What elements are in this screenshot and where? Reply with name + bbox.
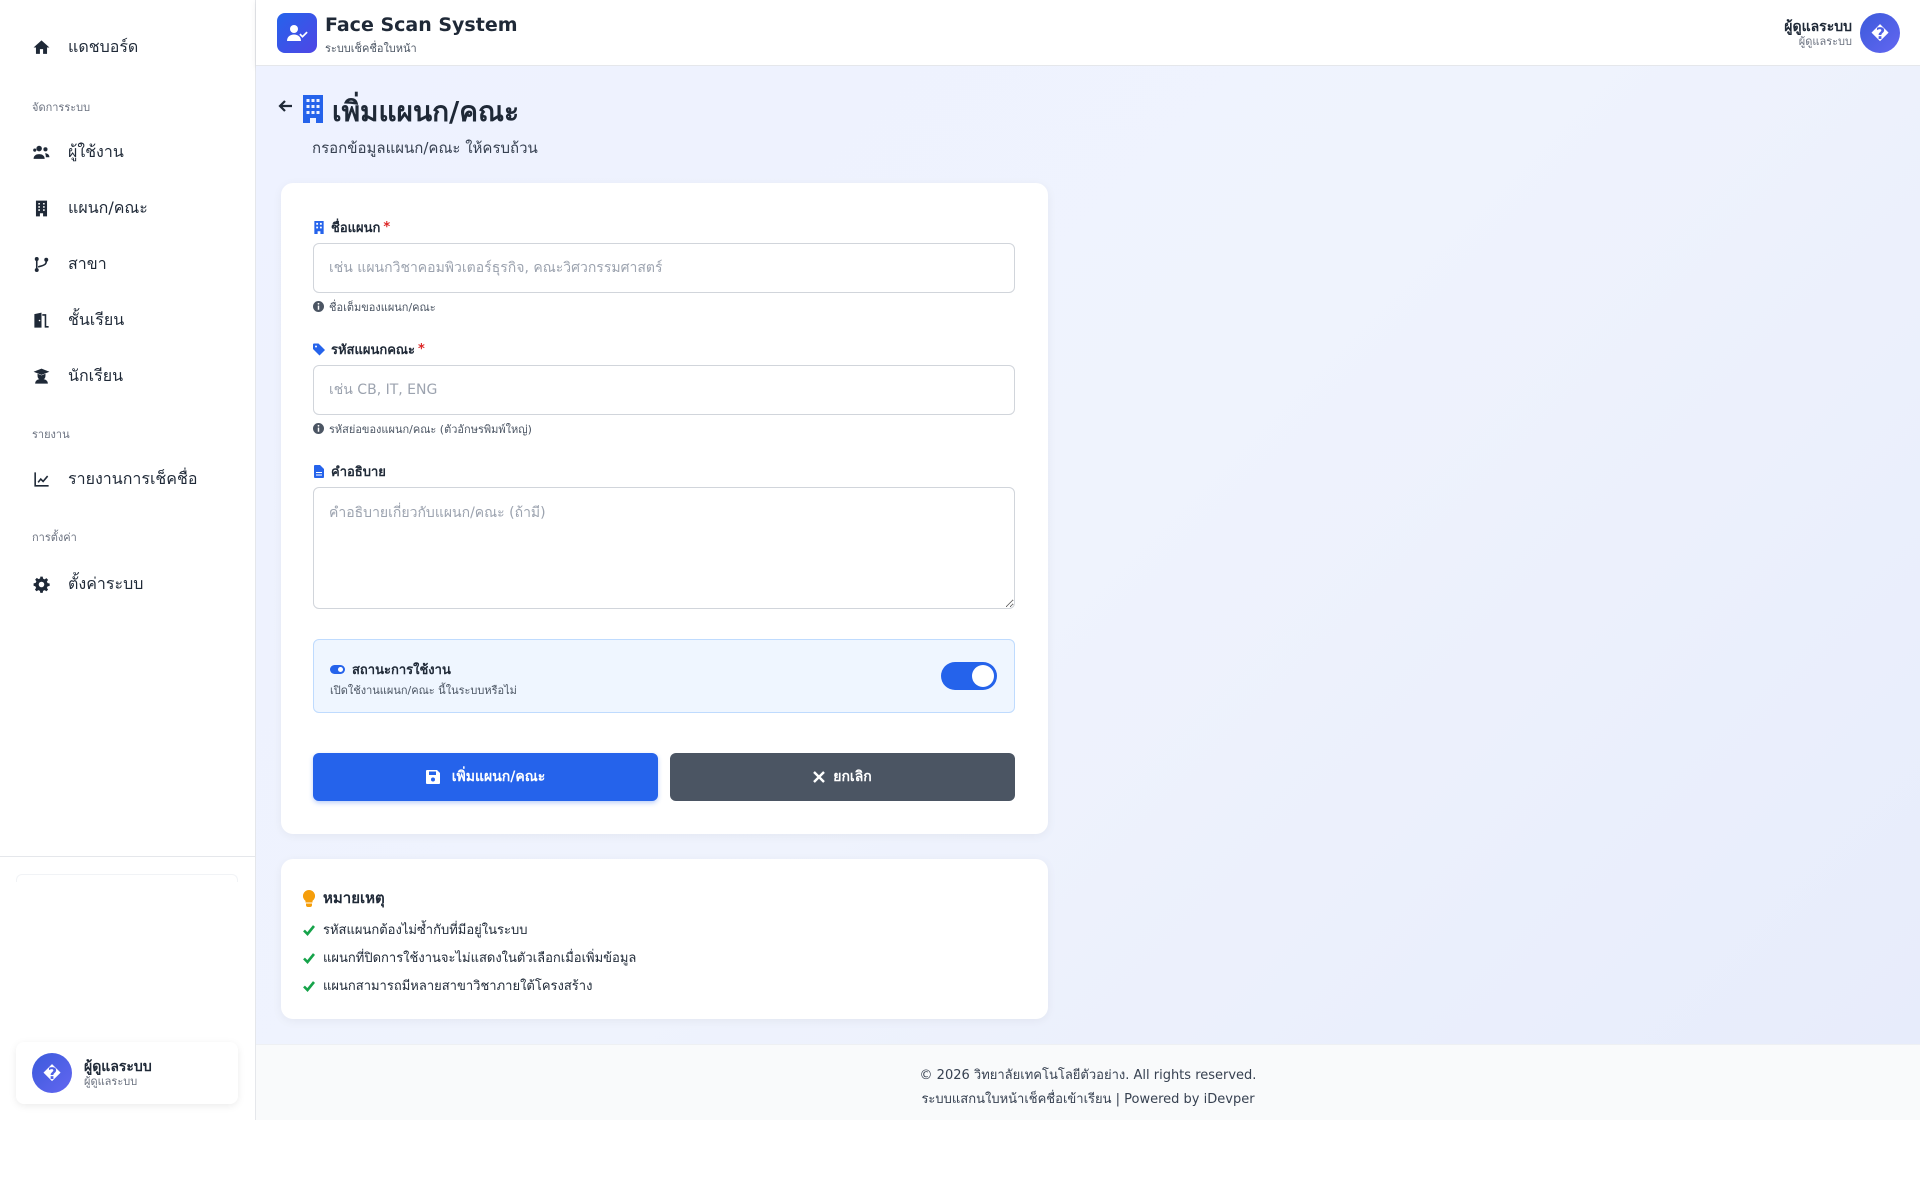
check-icon xyxy=(303,952,315,964)
sidebar-item-label: รายงานการเช็คชื่อ xyxy=(68,468,198,488)
sidebar: แดชบอร์ด จัดการระบบ ผู้ใช้งาน แผนก/คณะ ส… xyxy=(0,0,256,1120)
check-icon xyxy=(303,980,315,992)
sidebar-item-attendance-report[interactable]: รายงานการเช็คชื่อ xyxy=(30,461,197,497)
check-icon xyxy=(303,924,315,936)
sidebar-item-label: แดชบอร์ด xyxy=(68,36,139,56)
status-panel: สถานะการใช้งาน เปิดใช้งานแผนก/คณะ นี้ในร… xyxy=(313,639,1015,713)
top-header: Face Scan System ระบบเช็คชื่อใบหน้า ผู้ด… xyxy=(256,0,1920,66)
header-user-menu[interactable]: ผู้ดูแลระบบ ผู้ดูแลระบบ � xyxy=(1784,13,1900,53)
department-code-hint: รหัสย่อของแผนก/คณะ (ตัวอักษรพิมพ์ใหญ่) xyxy=(313,420,532,438)
status-label: สถานะการใช้งาน xyxy=(352,663,451,678)
home-icon xyxy=(30,36,52,58)
department-code-label: รหัสแผนกคณะ * xyxy=(313,339,425,360)
sidebar-item-classes[interactable]: ชั้นเรียน xyxy=(30,302,124,338)
department-code-label-text: รหัสแผนกคณะ xyxy=(331,343,415,358)
sidebar-section-settings: การตั้งค่า xyxy=(32,531,77,544)
sidebar-section-manage: จัดการระบบ xyxy=(32,101,91,114)
sidebar-item-label: ตั้งค่าระบบ xyxy=(68,573,144,593)
note-text: แผนกสามารถมีหลายสาขาวิชาภายใต้โครงสร้าง xyxy=(323,979,593,994)
department-name-hint: ชื่อเต็มของแผนก/คณะ xyxy=(313,298,436,316)
building-icon xyxy=(313,221,325,235)
department-code-input[interactable] xyxy=(313,365,1015,415)
department-name-label: ชื่อแผนก * xyxy=(313,217,390,238)
building-icon xyxy=(302,95,324,125)
avatar: � xyxy=(32,1053,72,1093)
app-subtitle: ระบบเช็คชื่อใบหน้า xyxy=(325,42,417,55)
file-text-icon xyxy=(313,465,325,479)
notes-card: หมายเหตุ รหัสแผนกต้องไม่ซ้ำกับที่มีอยู่ใ… xyxy=(281,859,1048,1019)
gear-icon xyxy=(30,573,52,595)
sidebar-divider xyxy=(0,856,256,857)
note-item: แผนกสามารถมีหลายสาขาวิชาภายใต้โครงสร้าง xyxy=(303,975,592,996)
page-subtitle: กรอกข้อมูลแผนก/คณะ ให้ครบถ้วน xyxy=(312,139,538,157)
cancel-button-label: ยกเลิก xyxy=(833,769,872,785)
description-label: คำอธิบาย xyxy=(313,461,386,482)
lightbulb-icon xyxy=(303,889,315,907)
door-icon xyxy=(30,309,52,331)
sidebar-item-students[interactable]: นักเรียน xyxy=(30,358,123,394)
toggle-on-icon xyxy=(330,665,345,674)
chart-line-icon xyxy=(30,468,52,490)
note-item: แผนกที่ปิดการใช้งานจะไม่แสดงในตัวเลือกเม… xyxy=(303,947,636,968)
avatar: � xyxy=(1860,13,1900,53)
back-arrow-icon[interactable] xyxy=(278,98,296,118)
required-marker: * xyxy=(383,220,391,235)
page-title: เพิ่มแผนก/คณะ xyxy=(332,95,520,128)
footer: © 2026 วิทยาลัยเทคโนโลยีตัวอย่าง. All ri… xyxy=(256,1044,1920,1120)
user-role: ผู้ดูแลระบบ xyxy=(1798,34,1852,48)
tag-icon xyxy=(313,343,325,357)
sidebar-user-card[interactable]: � ผู้ดูแลระบบ ผู้ดูแลระบบ xyxy=(16,1042,238,1104)
description-textarea[interactable] xyxy=(313,487,1015,609)
status-description: เปิดใช้งานแผนก/คณะ นี้ในระบบหรือไม่ xyxy=(330,684,517,697)
user-name: ผู้ดูแลระบบ xyxy=(84,1058,152,1075)
sidebar-item-label: แผนก/คณะ xyxy=(68,197,148,217)
submit-department-button[interactable]: เพิ่มแผนก/คณะ xyxy=(313,753,658,801)
save-icon xyxy=(425,770,440,784)
notes-title: หมายเหตุ xyxy=(303,886,385,910)
sidebar-item-branches[interactable]: สาขา xyxy=(30,246,107,282)
note-text: รหัสแผนกต้องไม่ซ้ำกับที่มีอยู่ในระบบ xyxy=(323,923,528,938)
department-name-input[interactable] xyxy=(313,243,1015,293)
user-check-icon xyxy=(277,13,317,53)
close-icon xyxy=(813,771,826,783)
sidebar-section-reports: รายงาน xyxy=(32,428,70,441)
sidebar-item-label: นักเรียน xyxy=(68,365,123,385)
sidebar-item-departments[interactable]: แผนก/คณะ xyxy=(30,190,148,226)
branch-icon xyxy=(30,253,52,275)
department-name-label-text: ชื่อแผนก xyxy=(331,221,381,236)
hint-text: รหัสย่อของแผนก/คณะ (ตัวอักษรพิมพ์ใหญ่) xyxy=(329,423,532,436)
sidebar-item-label: ชั้นเรียน xyxy=(68,309,125,329)
status-toggle-switch[interactable] xyxy=(941,662,997,690)
footer-powered-by: ระบบแสกนใบหน้าเช็คชื่อเข้าเรียน | Powere… xyxy=(921,1092,1255,1107)
app-title: Face Scan System xyxy=(325,14,518,36)
note-text: แผนกที่ปิดการใช้งานจะไม่แสดงในตัวเลือกเม… xyxy=(323,951,637,966)
required-marker: * xyxy=(417,342,425,357)
info-circle-icon xyxy=(313,301,325,313)
sidebar-item-users[interactable]: ผู้ใช้งาน xyxy=(30,134,124,170)
users-icon xyxy=(30,141,52,163)
sidebar-item-label: ผู้ใช้งาน xyxy=(68,141,124,161)
sidebar-item-settings[interactable]: ตั้งค่าระบบ xyxy=(30,566,143,602)
user-role: ผู้ดูแลระบบ xyxy=(84,1074,138,1088)
building-icon xyxy=(30,197,52,219)
sidebar-item-label: สาขา xyxy=(68,253,107,273)
sidebar-item-dashboard[interactable]: แดชบอร์ด xyxy=(30,29,138,65)
toggle-knob xyxy=(972,665,994,687)
submit-button-label: เพิ่มแผนก/คณะ xyxy=(451,769,546,785)
note-item: รหัสแผนกต้องไม่ซ้ำกับที่มีอยู่ในระบบ xyxy=(303,919,527,940)
description-label-text: คำอธิบาย xyxy=(331,465,386,480)
info-circle-icon xyxy=(313,423,325,435)
graduate-icon xyxy=(30,365,52,387)
hint-text: ชื่อเต็มของแผนก/คณะ xyxy=(329,301,436,314)
footer-copyright: © 2026 วิทยาลัยเทคโนโลยีตัวอย่าง. All ri… xyxy=(919,1068,1257,1083)
status-title: สถานะการใช้งาน xyxy=(330,659,451,680)
notes-title-text: หมายเหตุ xyxy=(323,889,385,907)
sidebar-ghost-panel xyxy=(16,874,238,882)
cancel-button[interactable]: ยกเลิก xyxy=(670,753,1015,801)
user-name: ผู้ดูแลระบบ xyxy=(1784,18,1852,35)
